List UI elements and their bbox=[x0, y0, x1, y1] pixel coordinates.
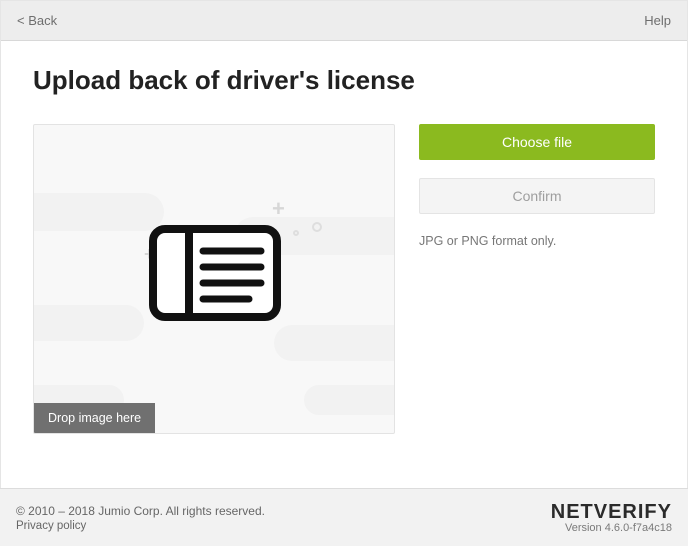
brand-logo: NETVERIFY bbox=[551, 502, 672, 522]
dropzone[interactable]: + + Drop image here bbox=[33, 124, 395, 434]
dropzone-label: Drop image here bbox=[34, 403, 155, 433]
decorative-blob bbox=[33, 193, 164, 231]
circle-decor bbox=[293, 230, 299, 236]
back-button[interactable]: < Back bbox=[17, 13, 57, 28]
id-card-back-icon bbox=[149, 225, 281, 326]
privacy-policy-link[interactable]: Privacy policy bbox=[16, 520, 265, 532]
actions-column: Choose file Confirm JPG or PNG format on… bbox=[419, 124, 655, 434]
version-label: Version 4.6.0-f7a4c18 bbox=[551, 522, 672, 534]
format-hint: JPG or PNG format only. bbox=[419, 234, 655, 248]
decorative-blob bbox=[304, 385, 395, 415]
help-link[interactable]: Help bbox=[644, 13, 671, 28]
decorative-blob bbox=[274, 325, 395, 361]
decorative-blob bbox=[33, 305, 144, 341]
content-area: Upload back of driver's license + + bbox=[1, 41, 687, 434]
choose-file-button[interactable]: Choose file bbox=[419, 124, 655, 160]
confirm-button[interactable]: Confirm bbox=[419, 178, 655, 214]
topbar: < Back Help bbox=[1, 1, 687, 41]
footer: © 2010 – 2018 Jumio Corp. All rights res… bbox=[0, 488, 688, 546]
copyright: © 2010 – 2018 Jumio Corp. All rights res… bbox=[16, 504, 265, 518]
sparkle-icon: + bbox=[272, 198, 285, 220]
page-title: Upload back of driver's license bbox=[33, 65, 655, 96]
circle-decor bbox=[312, 222, 322, 232]
